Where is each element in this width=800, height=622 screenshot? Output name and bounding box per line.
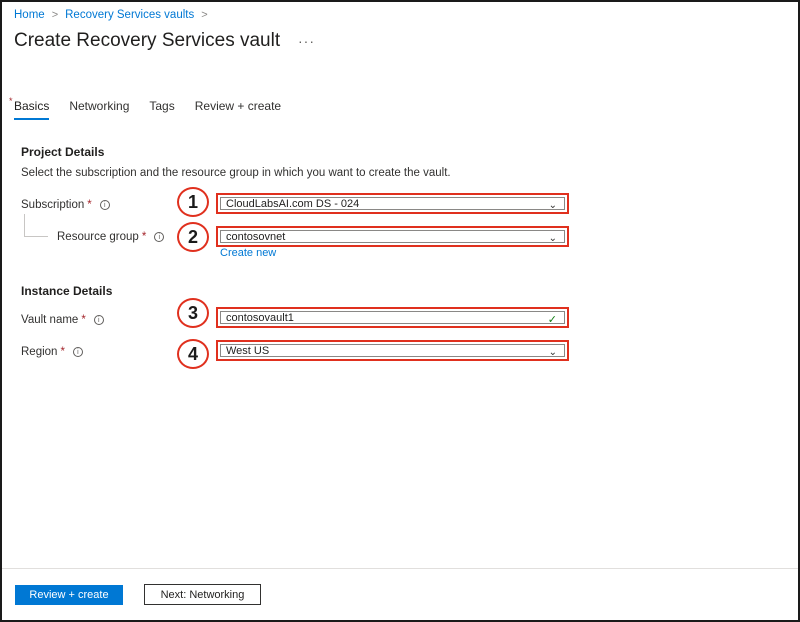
field-label-text: Region [21,346,58,358]
info-icon[interactable]: i [72,347,83,357]
breadcrumb-vaults-link[interactable]: Recovery Services vaults [65,9,194,21]
subscription-dropdown[interactable]: CloudLabsAI.com DS - 024 ⌄ [216,193,569,214]
create-new-link[interactable]: Create new [220,247,276,259]
step-badge: 1 [177,187,209,217]
project-details-heading: Project Details [21,145,105,159]
tab-networking[interactable]: Networking [69,97,129,120]
required-marker: * [9,96,13,106]
field-label-text: Subscription [21,199,85,211]
instance-details-heading: Instance Details [21,284,113,298]
breadcrumb: Home > Recovery Services vaults > [14,9,215,21]
required-marker: * [141,231,147,243]
tab-basics[interactable]: * Basics [9,96,50,120]
required-marker: * [60,346,65,358]
tab-tags[interactable]: Tags [149,97,174,120]
project-details-description: Select the subscription and the resource… [21,167,451,179]
resource-group-value: contosovnet [226,230,286,243]
more-options-icon[interactable]: ··· [298,33,315,49]
step-badge: 3 [177,298,209,328]
tab-label: Review + create [194,99,282,113]
tab-label: Tags [149,99,175,113]
vault-name-value: contosovault1 [226,311,294,324]
breadcrumb-separator-icon: > [51,9,59,21]
step-badge: 4 [177,339,209,369]
tree-connector [24,236,48,237]
vault-name-label: Vault name * i [21,314,104,326]
step-badge: 2 [177,222,209,252]
field-label-text: Resource group [57,231,139,243]
info-icon[interactable]: i [154,232,165,242]
info-icon[interactable]: i [93,315,104,325]
info-icon[interactable]: i [99,200,110,210]
vault-name-input[interactable]: contosovault1 ✓ [216,307,569,328]
chevron-down-icon: ⌄ [548,347,557,358]
chevron-down-icon: ⌄ [548,200,557,211]
chevron-down-icon: ⌄ [548,233,557,244]
tab-review-create[interactable]: Review + create [195,97,281,120]
footer-divider [2,568,798,569]
required-marker: * [87,199,92,211]
review-create-button[interactable]: Review + create [15,585,123,605]
check-icon: ✓ [547,314,557,326]
page-title: Create Recovery Services vault [14,30,281,51]
region-dropdown[interactable]: West US ⌄ [216,340,569,361]
tab-label: Basics [14,99,50,113]
breadcrumb-home-link[interactable]: Home [14,9,45,21]
subscription-value: CloudLabsAI.com DS - 024 [226,197,360,210]
field-label-text: Vault name [21,314,79,326]
resource-group-label: Resource group * i [57,231,165,243]
next-networking-button[interactable]: Next: Networking [144,584,261,605]
subscription-label: Subscription * i [21,199,110,211]
breadcrumb-separator-icon: > [201,9,208,21]
tree-connector [24,214,25,236]
region-label: Region * i [21,346,83,358]
required-marker: * [81,314,86,326]
tab-label: Networking [69,99,130,113]
region-value: West US [226,344,270,357]
resource-group-dropdown[interactable]: contosovnet ⌄ [216,226,569,247]
tab-bar: * Basics Networking Tags Review + create [9,96,301,120]
